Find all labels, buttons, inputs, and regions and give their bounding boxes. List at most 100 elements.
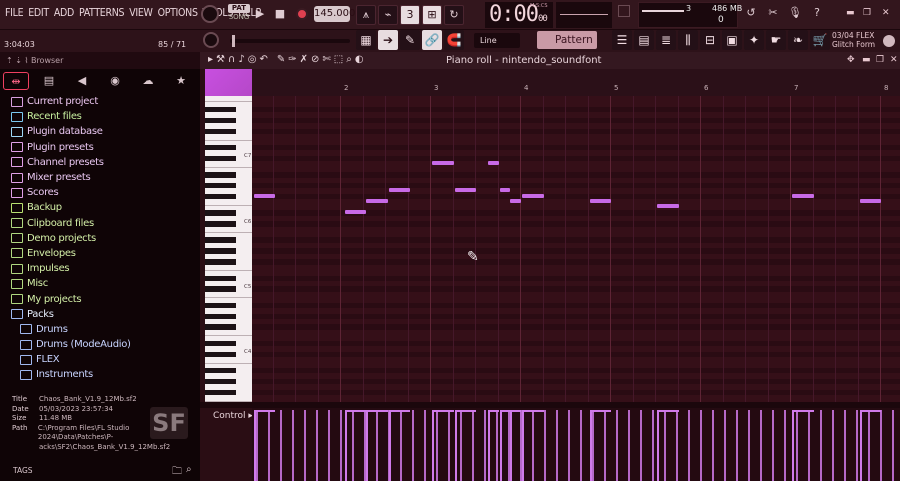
record-icon[interactable] (296, 8, 308, 20)
velocity-bar[interactable] (712, 410, 714, 481)
velocity-bar[interactable] (856, 410, 858, 481)
black-key[interactable] (205, 248, 236, 254)
black-key[interactable] (205, 351, 236, 358)
velocity-bar[interactable] (448, 410, 450, 481)
velocity-bar[interactable] (664, 410, 666, 481)
cut-icon[interactable]: ✂ (764, 4, 782, 24)
pr-detach-icon[interactable]: ✥ (847, 55, 855, 65)
black-key[interactable] (205, 340, 236, 347)
velocity-bar[interactable] (688, 410, 690, 481)
black-key[interactable] (205, 106, 236, 113)
velocity-bar[interactable] (499, 410, 502, 481)
black-key[interactable] (205, 275, 236, 281)
velocity-bar[interactable] (388, 410, 390, 481)
piano-keyboard[interactable]: C7 C6 C5 C4 (205, 96, 252, 402)
browser-item[interactable]: Clipboard files (0, 216, 200, 231)
plugin-picker-icon[interactable]: ✦ (744, 30, 764, 50)
velocity-lane[interactable] (252, 408, 900, 481)
control-label[interactable]: Control ▸ (213, 411, 253, 421)
velocity-bar[interactable] (400, 410, 402, 481)
stop-icon[interactable]: ■ (272, 5, 288, 25)
black-key[interactable] (205, 237, 236, 243)
browser-item[interactable]: Drums (0, 322, 200, 337)
velocity-bar[interactable] (412, 410, 414, 481)
link-icon[interactable]: 🔗 (422, 30, 442, 50)
pr-maximize-icon[interactable]: ❐ (876, 55, 884, 65)
velocity-bar[interactable] (544, 410, 546, 481)
velocity-bar[interactable] (460, 410, 462, 481)
cloud-tab-icon[interactable]: ☁ (135, 72, 161, 90)
velocity-bar[interactable] (556, 410, 558, 481)
velocity-bar[interactable] (676, 410, 678, 481)
velocity-bar[interactable] (328, 410, 330, 481)
master-slider[interactable] (230, 35, 350, 47)
channels-icon[interactable]: ⊟ (700, 30, 720, 50)
velocity-bar[interactable] (628, 410, 630, 481)
timeline-ruler[interactable] (252, 69, 900, 96)
playlist-icon[interactable]: ☰ (612, 30, 632, 50)
velocity-bar[interactable] (640, 410, 642, 481)
magnet-icon[interactable]: 🧲 (444, 30, 464, 50)
velocity-bar[interactable] (859, 410, 862, 481)
pencil-icon[interactable]: ✎ (277, 54, 285, 65)
velocity-bar[interactable] (580, 410, 582, 481)
browser-item[interactable]: Instruments (0, 367, 200, 382)
velocity-bar[interactable] (432, 410, 434, 481)
velocity-bar[interactable] (496, 410, 498, 481)
note[interactable] (432, 160, 454, 165)
browser-item[interactable]: Plugin presets (0, 140, 200, 155)
velocity-bar[interactable] (344, 410, 347, 481)
select-icon[interactable]: ⬚ (334, 54, 343, 65)
velocity-bar[interactable] (522, 410, 524, 481)
velocity-bar[interactable] (376, 410, 378, 481)
menu-view[interactable]: VIEW (129, 7, 153, 19)
black-key[interactable] (205, 128, 236, 135)
audio-tab-icon[interactable]: ◀ (69, 72, 95, 90)
slice-icon[interactable]: ✄ (322, 54, 330, 65)
velocity-bar[interactable] (568, 410, 570, 481)
velocity-bar[interactable] (760, 410, 762, 481)
velocity-bar[interactable] (366, 410, 369, 481)
close-icon[interactable]: ✕ (882, 8, 890, 18)
velocity-bar[interactable] (364, 410, 366, 481)
velocity-bar[interactable] (454, 410, 457, 481)
pattern-corner[interactable] (205, 69, 252, 96)
note[interactable] (454, 188, 477, 193)
news-panel[interactable]: 03/04 FLEX Glitch Form (832, 31, 875, 49)
velocity-bar[interactable] (484, 410, 486, 481)
black-key[interactable] (205, 144, 236, 151)
stamp-icon[interactable]: ◎ (248, 54, 257, 65)
velocity-bar[interactable] (304, 410, 306, 481)
browser-item[interactable]: Misc (0, 276, 200, 291)
velocity-bar[interactable] (808, 410, 810, 481)
help-icon[interactable]: ? (808, 4, 826, 24)
pat-song-toggle[interactable]: PAT SONG (228, 4, 250, 24)
browser-item[interactable]: Packs (0, 307, 200, 322)
black-key[interactable] (205, 302, 236, 309)
play-icon[interactable]: ▶ (252, 5, 268, 25)
restore-icon[interactable]: ❐ (863, 8, 871, 18)
browser-item[interactable]: Current project (0, 94, 200, 109)
note[interactable] (253, 193, 276, 198)
magnet-tool-icon[interactable]: ∩ (228, 54, 235, 65)
velocity-bar[interactable] (604, 410, 606, 481)
step-edit-icon[interactable]: ⊞ (422, 5, 442, 25)
browser-icon[interactable]: ▣ (722, 30, 742, 50)
tempo-display[interactable]: 145.000 (314, 6, 355, 22)
scope-toggle-icon[interactable] (618, 5, 630, 17)
black-key[interactable] (205, 183, 236, 189)
microphone-icon[interactable]: 🎙 (786, 4, 804, 24)
browser-item[interactable]: Plugin database (0, 124, 200, 139)
browser-item[interactable]: Envelopes (0, 246, 200, 261)
velocity-bar[interactable] (352, 410, 354, 481)
menu-arrow-icon[interactable]: ▸ (208, 54, 213, 65)
browser-item[interactable]: Backup (0, 200, 200, 215)
browser-item[interactable]: Mixer presets (0, 170, 200, 185)
channel-rack-icon[interactable]: ≣ (656, 30, 676, 50)
velocity-bar[interactable] (510, 410, 513, 481)
pr-minimize-icon[interactable]: ▬ (862, 55, 871, 65)
browser-item[interactable]: My projects (0, 291, 200, 306)
note[interactable] (344, 209, 367, 214)
cloud-icon[interactable]: ❧ (788, 30, 808, 50)
velocity-bar[interactable] (736, 410, 738, 481)
